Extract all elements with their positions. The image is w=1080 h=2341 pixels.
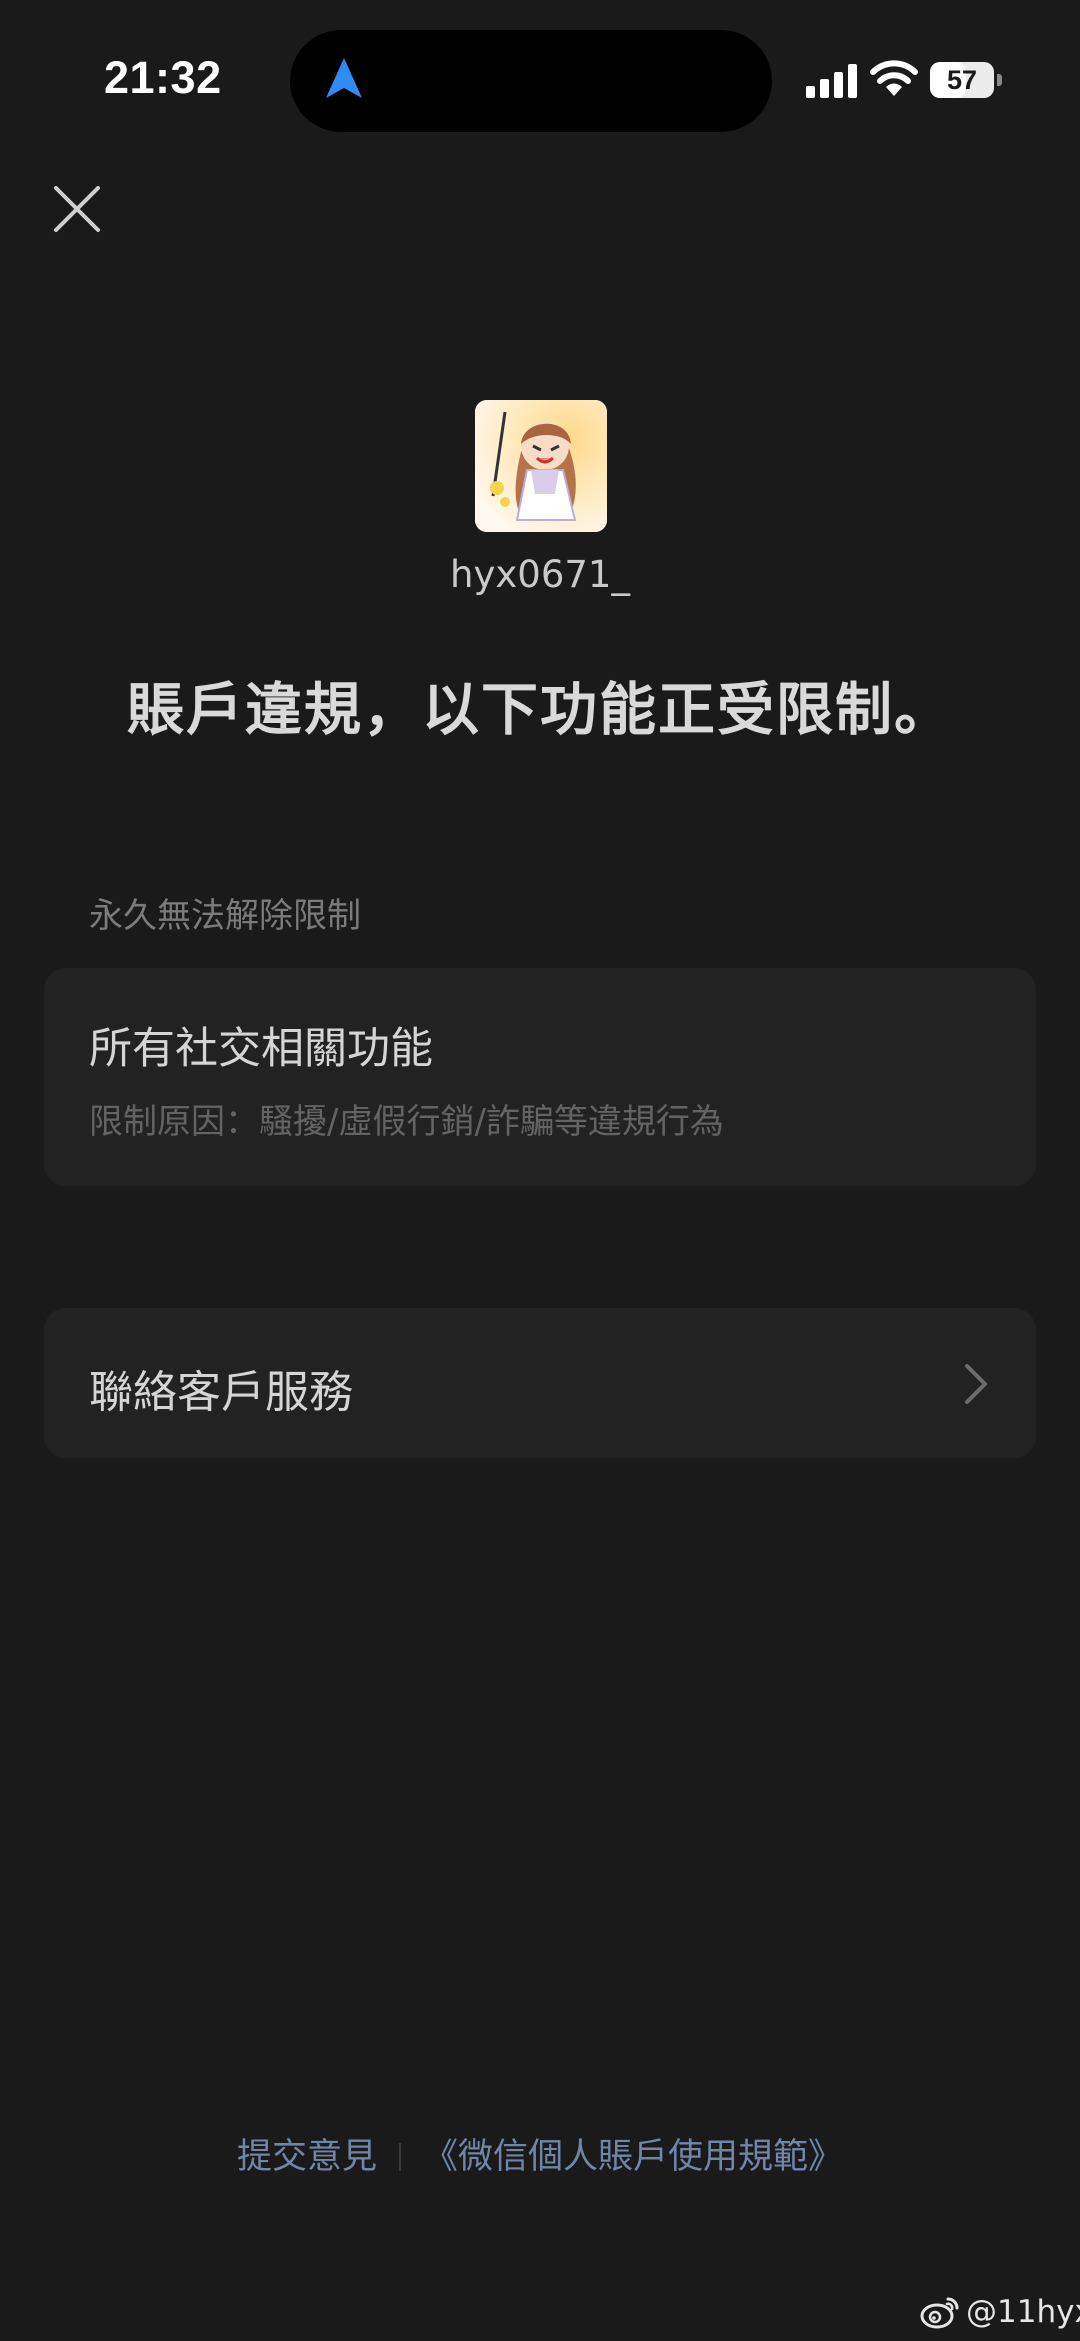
close-icon[interactable] <box>46 178 108 240</box>
watermark-text: @11hyx <box>966 2294 1080 2330</box>
section-label: 永久無法解除限制 <box>89 896 361 936</box>
battery-icon: 57 <box>930 62 1004 98</box>
page-title: 賬戶違規，以下功能正受限制。 <box>127 677 953 743</box>
battery-percentage: 57 <box>946 65 978 95</box>
footer: 提交意見 《微信個人賬戶使用規範》 <box>0 2128 1080 2179</box>
contact-service-label: 聯絡客戶服務 <box>89 1367 353 1418</box>
watermark: @11hyx <box>920 2290 1080 2334</box>
signal-icon <box>806 64 857 98</box>
status-time: 21:32 <box>104 52 222 103</box>
feedback-link[interactable]: 提交意見 <box>237 2137 377 2177</box>
restriction-card: 所有社交相關功能 限制原因：騷擾/虛假行銷/詐騙等違規行為 <box>44 968 1036 1186</box>
weibo-icon <box>920 2297 959 2329</box>
username: hyx0671_ <box>450 553 630 596</box>
policy-link[interactable]: 《微信個人賬戶使用規範》 <box>423 2137 843 2177</box>
chevron-right-icon <box>965 1364 987 1404</box>
contact-service-button[interactable]: 聯絡客戶服務 <box>44 1308 1036 1458</box>
dynamic-island <box>290 30 772 132</box>
restriction-title: 所有社交相關功能 <box>89 1024 433 1074</box>
avatar <box>475 400 607 532</box>
status-bar: 21:32 57 <box>0 0 1080 160</box>
footer-divider <box>399 2143 401 2171</box>
anime-avatar-icon <box>475 400 607 532</box>
wifi-icon <box>870 60 918 96</box>
battery-cap <box>997 74 1002 86</box>
navigation-arrow-icon <box>326 58 362 98</box>
restriction-reason: 限制原因：騷擾/虛假行銷/詐騙等違規行為 <box>89 1102 724 1142</box>
